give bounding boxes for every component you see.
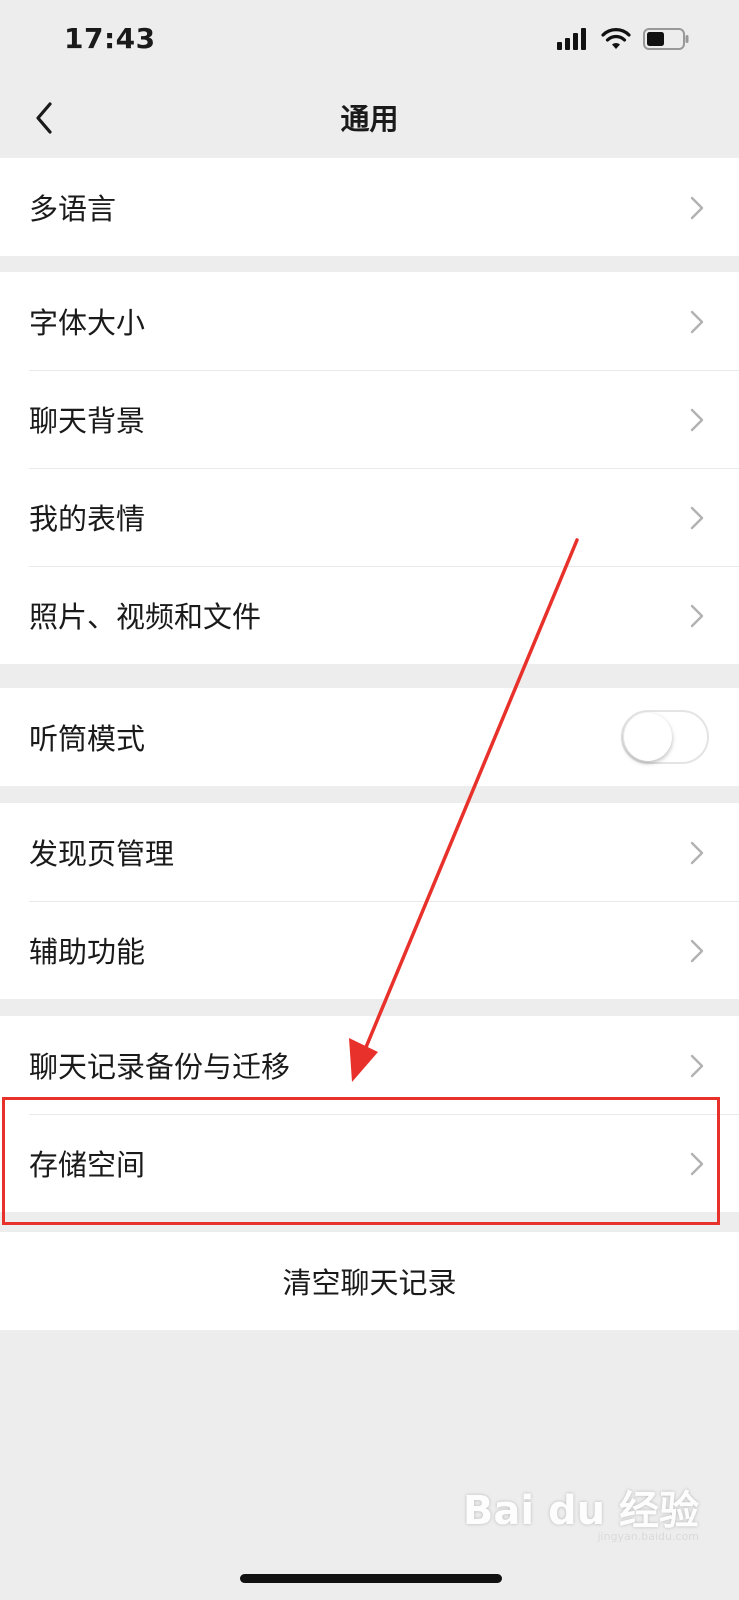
menu-item-discover-manage[interactable]: 发现页管理 bbox=[0, 803, 739, 901]
cellular-signal-icon bbox=[557, 28, 586, 50]
menu-item-label: 照片、视频和文件 bbox=[29, 600, 262, 634]
settings-group-discover: 发现页管理 辅助功能 bbox=[0, 803, 739, 999]
menu-item-font-size[interactable]: 字体大小 bbox=[0, 272, 739, 370]
chevron-right-icon bbox=[690, 1054, 704, 1078]
toggle-knob bbox=[624, 713, 672, 761]
chevron-right-icon bbox=[690, 408, 704, 432]
menu-item-my-stickers[interactable]: 我的表情 bbox=[0, 468, 739, 566]
settings-group-chat-data: 聊天记录备份与迁移 存储空间 bbox=[0, 1016, 739, 1212]
menu-item-label: 多语言 bbox=[29, 192, 117, 226]
chevron-right-icon bbox=[690, 310, 704, 334]
nav-bar: 通用 bbox=[0, 80, 739, 158]
menu-item-label: 聊天背景 bbox=[29, 404, 146, 438]
clear-chat-history-button[interactable]: 清空聊天记录 bbox=[0, 1232, 739, 1330]
menu-item-language[interactable]: 多语言 bbox=[0, 158, 739, 256]
wifi-icon bbox=[601, 28, 631, 49]
page-title: 通用 bbox=[340, 102, 399, 136]
chevron-right-icon bbox=[690, 841, 704, 865]
menu-item-label: 发现页管理 bbox=[29, 837, 175, 871]
chevron-right-icon bbox=[690, 1152, 704, 1176]
menu-item-chat-background[interactable]: 聊天背景 bbox=[0, 370, 739, 468]
menu-item-label: 聊天记录备份与迁移 bbox=[29, 1050, 291, 1084]
earpiece-mode-toggle[interactable] bbox=[621, 710, 709, 764]
menu-item-earpiece-mode: 听筒模式 bbox=[0, 688, 739, 786]
menu-item-photos-videos-files[interactable]: 照片、视频和文件 bbox=[0, 566, 739, 664]
menu-item-label: 字体大小 bbox=[29, 306, 146, 340]
clear-chat-history-label: 清空聊天记录 bbox=[282, 1266, 457, 1300]
watermark-logo-text: Bai du 经验 bbox=[462, 1488, 699, 1534]
chevron-right-icon bbox=[690, 506, 704, 530]
settings-group-clear: 清空聊天记录 bbox=[0, 1232, 739, 1330]
menu-item-accessibility[interactable]: 辅助功能 bbox=[0, 901, 739, 999]
menu-item-label: 辅助功能 bbox=[29, 935, 146, 969]
baidu-jingyan-watermark: Bai du 经验 jingyan.baidu.com bbox=[462, 1478, 699, 1543]
chevron-right-icon bbox=[690, 196, 704, 220]
status-bar: 17:43 bbox=[0, 0, 739, 80]
settings-group-display: 字体大小 聊天背景 我的表情 照片、视频和文件 bbox=[0, 272, 739, 664]
home-indicator[interactable] bbox=[240, 1574, 502, 1583]
menu-item-label: 存储空间 bbox=[29, 1148, 146, 1182]
status-icons bbox=[557, 28, 689, 50]
menu-item-label: 听筒模式 bbox=[29, 722, 146, 756]
chevron-right-icon bbox=[690, 604, 704, 628]
menu-item-storage[interactable]: 存储空间 bbox=[0, 1114, 739, 1212]
menu-item-chat-backup[interactable]: 聊天记录备份与迁移 bbox=[0, 1016, 739, 1114]
menu-item-label: 我的表情 bbox=[29, 502, 146, 536]
status-time: 17:43 bbox=[64, 22, 156, 55]
chevron-right-icon bbox=[690, 939, 704, 963]
watermark-url: jingyan.baidu.com bbox=[597, 1530, 699, 1543]
battery-icon bbox=[643, 28, 689, 50]
settings-group-language: 多语言 bbox=[0, 158, 739, 256]
settings-group-earpiece: 听筒模式 bbox=[0, 688, 739, 786]
